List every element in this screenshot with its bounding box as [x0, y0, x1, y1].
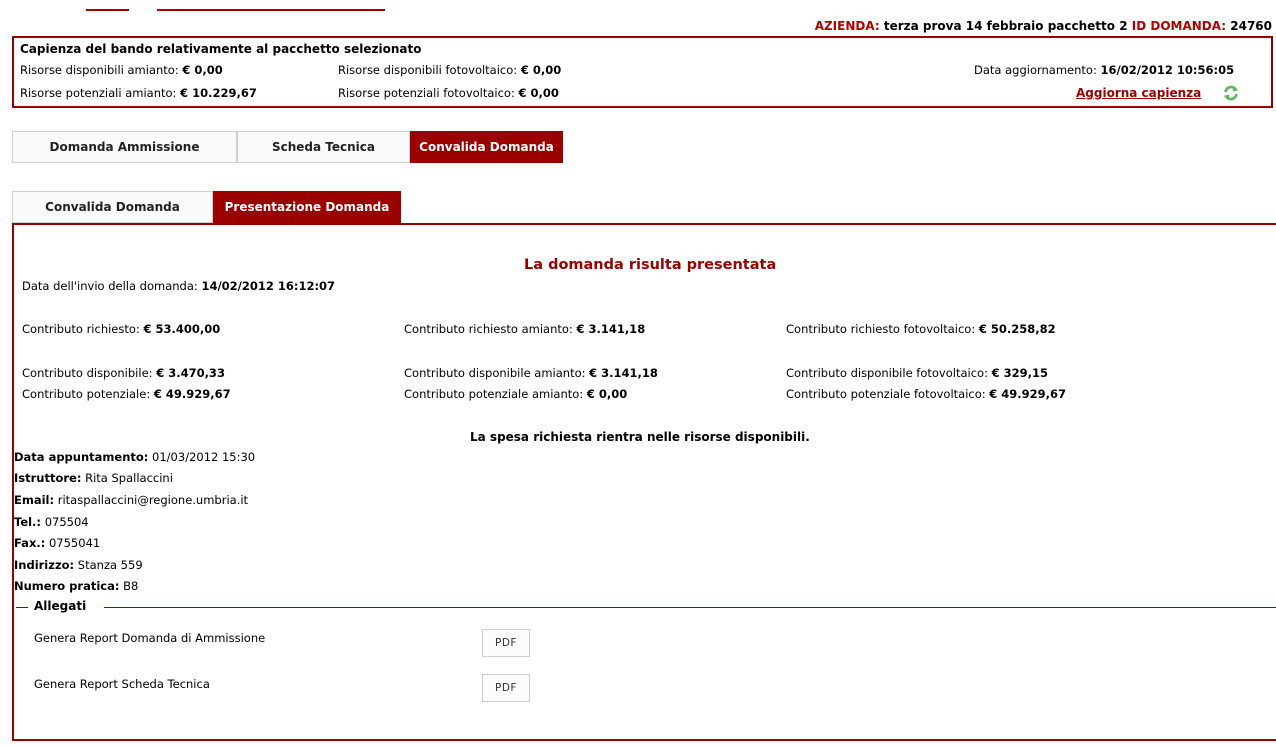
contributo-richiesto-fotovoltaico: Contributo richiesto fotovoltaico: € 50.… [786, 322, 1056, 336]
fieldset-border [16, 607, 28, 608]
fieldset-border [104, 607, 1276, 608]
field-label: Indirizzo: [14, 558, 75, 572]
azienda-label: AZIENDA: [814, 19, 880, 33]
contributo-value: € 3.141,18 [589, 366, 658, 380]
foto-pot-label: Risorse potenziali fotovoltaico: [338, 86, 515, 100]
contributo-disponibile: Contributo disponibile: € 3.470,33 [22, 366, 225, 380]
allegati-legend: Allegati [34, 599, 87, 613]
numero-pratica: Numero pratica: B8 [14, 579, 138, 593]
contributo-label: Contributo richiesto: [22, 322, 140, 336]
field-label: Tel.: [14, 515, 42, 529]
subtab-convalida-domanda[interactable]: Convalida Domanda [12, 191, 213, 223]
id-domanda-label: ID DOMANDA: [1131, 19, 1227, 33]
update-value: 16/02/2012 10:56:05 [1100, 63, 1235, 77]
allegato-label: Genera Report Scheda Tecnica [34, 677, 210, 691]
invio-value: 14/02/2012 16:12:07 [201, 279, 336, 293]
field-value: 01/03/2012 15:30 [152, 450, 256, 464]
data-invio: Data dell'invio della domanda: 14/02/201… [22, 279, 335, 293]
contributo-value: € 329,15 [991, 366, 1048, 380]
aggiorna-capienza-link[interactable]: Aggiorna capienza [1076, 86, 1201, 100]
update-label: Data aggiornamento: [974, 63, 1097, 77]
field-label: Email: [14, 493, 55, 507]
azienda-value: terza prova 14 febbraio pacchetto 2 [883, 19, 1128, 33]
field-value: ritaspallaccini@regione.umbria.it [57, 493, 249, 507]
amianto-pot-value: € 10.229,67 [180, 86, 257, 100]
capacity-title: Capienza del bando relativamente al pacc… [20, 42, 422, 56]
contributo-potenziale-amianto: Contributo potenziale amianto: € 0,00 [404, 387, 627, 401]
contributo-value: € 49.929,67 [153, 387, 231, 401]
contributo-label: Contributo disponibile: [22, 366, 153, 380]
foto-disp-value: € 0,00 [520, 63, 562, 77]
contributo-label: Contributo potenziale amianto: [404, 387, 584, 401]
contributo-richiesto-amianto: Contributo richiesto amianto: € 3.141,18 [404, 322, 645, 336]
top-stub-line [157, 9, 385, 11]
foto-potenziali: Risorse potenziali fotovoltaico: € 0,00 [338, 86, 559, 100]
data-appuntamento: Data appuntamento: 01/03/2012 15:30 [14, 450, 255, 464]
data-aggiornamento: Data aggiornamento: 16/02/2012 10:56:05 [974, 63, 1234, 77]
field-label: Istruttore: [14, 471, 82, 485]
presentazione-panel: La domanda risulta presentata Data dell'… [12, 223, 1276, 741]
pdf-scheda-button[interactable]: PDF [482, 674, 530, 702]
contributo-value: € 3.141,18 [576, 322, 646, 336]
top-stub-line [86, 9, 129, 11]
subtab-presentazione-domanda[interactable]: Presentazione Domanda [213, 191, 401, 223]
foto-disponibili: Risorse disponibili fotovoltaico: € 0,00 [338, 63, 561, 77]
tab-domanda-ammissione[interactable]: Domanda Ammissione [12, 131, 237, 163]
contributo-label: Contributo richiesto amianto: [404, 322, 573, 336]
amianto-disp-value: € 0,00 [182, 63, 223, 77]
amianto-pot-label: Risorse potenziali amianto: [20, 86, 177, 100]
field-value: 0755041 [48, 536, 101, 550]
field-value: Rita Spallaccini [85, 471, 173, 485]
tab-convalida-domanda[interactable]: Convalida Domanda [410, 131, 563, 163]
capacity-box: Capienza del bando relativamente al pacc… [12, 36, 1273, 108]
foto-disp-label: Risorse disponibili fotovoltaico: [338, 63, 518, 77]
indirizzo: Indirizzo: Stanza 559 [14, 558, 143, 572]
field-label: Numero pratica: [14, 579, 120, 593]
contributo-value: € 0,00 [586, 387, 628, 401]
field-value: B8 [123, 579, 139, 593]
field-value: Stanza 559 [77, 558, 143, 572]
foto-pot-value: € 0,00 [518, 86, 559, 100]
amianto-disponibili: Risorse disponibili amianto: € 0,00 [20, 63, 223, 77]
amianto-potenziali: Risorse potenziali amianto: € 10.229,67 [20, 86, 257, 100]
contributo-value: € 50.258,82 [978, 322, 1056, 336]
field-label: Fax.: [14, 536, 46, 550]
refresh-icon[interactable] [1222, 84, 1240, 102]
id-domanda-value: 24760 [1230, 19, 1272, 33]
fax: Fax.: 0755041 [14, 536, 100, 550]
amianto-disp-label: Risorse disponibili amianto: [20, 63, 179, 77]
invio-label: Data dell'invio della domanda: [22, 279, 198, 293]
contributo-value: € 49.929,67 [989, 387, 1067, 401]
contributo-value: € 3.470,33 [156, 366, 225, 380]
spesa-message: La spesa richiesta rientra nelle risorse… [470, 430, 810, 444]
telefono: Tel.: 075504 [14, 515, 89, 529]
pdf-domanda-button[interactable]: PDF [482, 629, 530, 657]
contributo-disponibile-amianto: Contributo disponibile amianto: € 3.141,… [404, 366, 658, 380]
contributo-richiesto: Contributo richiesto: € 53.400,00 [22, 322, 220, 336]
contributo-label: Contributo disponibile amianto: [404, 366, 586, 380]
allegato-label: Genera Report Domanda di Ammissione [34, 631, 266, 645]
field-label: Data appuntamento: [14, 450, 149, 464]
header-info: AZIENDA: terza prova 14 febbraio pacchet… [815, 19, 1272, 33]
tab-scheda-tecnica[interactable]: Scheda Tecnica [237, 131, 410, 163]
istruttore: Istruttore: Rita Spallaccini [14, 471, 173, 485]
contributo-value: € 53.400,00 [143, 322, 221, 336]
contributo-label: Contributo disponibile fotovoltaico: [786, 366, 988, 380]
field-value: 075504 [44, 515, 89, 529]
contributo-label: Contributo richiesto fotovoltaico: [786, 322, 976, 336]
contributo-potenziale-fotovoltaico: Contributo potenziale fotovoltaico: € 49… [786, 387, 1066, 401]
contributo-potenziale: Contributo potenziale: € 49.929,67 [22, 387, 231, 401]
contributo-label: Contributo potenziale fotovoltaico: [786, 387, 986, 401]
status-title: La domanda risulta presentata [524, 257, 777, 273]
contributo-label: Contributo potenziale: [22, 387, 151, 401]
email: Email: ritaspallaccini@regione.umbria.it [14, 493, 248, 507]
contributo-disponibile-fotovoltaico: Contributo disponibile fotovoltaico: € 3… [786, 366, 1048, 380]
